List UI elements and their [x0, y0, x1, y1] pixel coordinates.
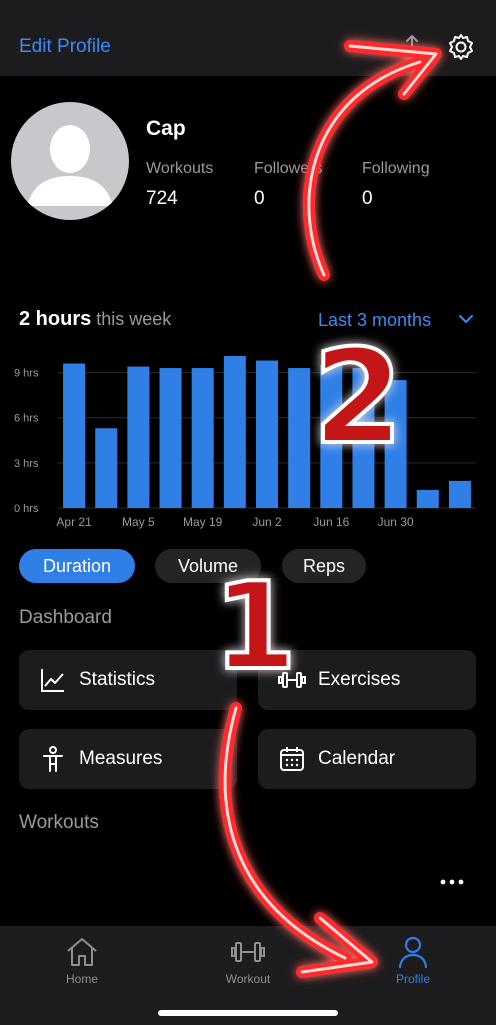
filter-reps[interactable]: Reps — [282, 549, 366, 583]
calendar-icon — [280, 747, 304, 771]
avatar[interactable] — [11, 102, 129, 220]
x-tick-label: Jun 2 — [252, 515, 282, 529]
x-tick-label: May 5 — [122, 515, 155, 529]
weekly-summary: 2 hours this week — [19, 308, 171, 331]
tab-home[interactable]: Home — [32, 934, 132, 986]
y-tick-label: 9 hrs — [14, 368, 39, 380]
chart-line-icon — [41, 669, 64, 692]
stat-following-label: Following — [362, 160, 430, 177]
chart-bar[interactable] — [448, 480, 471, 508]
gear-icon[interactable] — [446, 32, 476, 62]
dumbbell-icon — [278, 672, 306, 688]
stat-followers-value[interactable]: 0 — [254, 188, 265, 210]
dashboard-heading: Dashboard — [19, 607, 112, 628]
statistics-label: Statistics — [79, 669, 156, 690]
profile-icon — [398, 936, 428, 969]
x-tick-label: May 19 — [183, 515, 223, 529]
calendar-label: Calendar — [318, 748, 396, 769]
y-tick-label: 3 hrs — [14, 458, 39, 470]
chart-bar[interactable] — [416, 489, 439, 508]
stat-followers-label: Followers — [254, 160, 323, 177]
stat-workouts-value[interactable]: 724 — [146, 188, 178, 210]
top-bar: Edit Profile — [0, 0, 496, 76]
duration-chart: 0 hrs 3 hrs 6 hrs 9 hrs Apr 21 May 5 May 19 Jun… — [14, 356, 476, 529]
edit-profile-button[interactable]: Edit Profile — [19, 36, 111, 58]
tab-profile[interactable]: Profile — [363, 934, 463, 986]
stat-following-value[interactable]: 0 — [362, 188, 373, 210]
exercises-label: Exercises — [318, 669, 401, 690]
chart-bar[interactable] — [191, 368, 214, 508]
chart-bar[interactable] — [127, 366, 150, 508]
y-tick-label: 0 hrs — [14, 503, 39, 515]
username: Cap — [146, 117, 186, 140]
chart-bar[interactable] — [352, 368, 375, 508]
filter-duration[interactable]: Duration — [19, 549, 135, 583]
measures-label: Measures — [79, 748, 163, 769]
chart-bar[interactable] — [95, 428, 118, 508]
chart-bar[interactable] — [159, 368, 182, 508]
chart-bar[interactable] — [256, 360, 278, 508]
chart-bar[interactable] — [63, 363, 86, 508]
summary-value: 2 hours — [19, 308, 92, 330]
more-icon[interactable] — [438, 872, 466, 892]
filter-volume[interactable]: Volume — [155, 549, 261, 583]
exercises-card[interactable]: Exercises — [258, 650, 476, 710]
share-icon[interactable] — [402, 34, 422, 56]
stat-workouts-label: Workouts — [146, 160, 214, 177]
measures-card[interactable]: Measures — [19, 729, 237, 789]
home-indicator — [158, 1010, 338, 1016]
x-tick-label: Apr 21 — [56, 515, 92, 529]
chart-bar[interactable] — [384, 380, 407, 508]
tab-workout[interactable]: Workout — [198, 934, 298, 986]
x-tick-label: Jun 16 — [313, 515, 349, 529]
tab-workout-label: Workout — [225, 972, 271, 986]
dumbbell-icon — [231, 942, 265, 962]
home-icon — [67, 938, 97, 966]
tab-profile-label: Profile — [395, 972, 430, 986]
chart-bar[interactable] — [320, 365, 343, 508]
chart-bar[interactable] — [288, 368, 311, 508]
workouts-heading: Workouts — [19, 812, 99, 833]
y-tick-label: 6 hrs — [14, 413, 39, 425]
chevron-down-icon[interactable] — [458, 312, 474, 326]
tab-home-label: Home — [65, 972, 98, 986]
summary-suffix: this week — [91, 309, 172, 329]
chart-bar[interactable] — [223, 356, 246, 508]
range-selector[interactable]: Last 3 months — [318, 310, 431, 331]
calendar-card[interactable]: Calendar — [258, 729, 476, 789]
statistics-card[interactable]: Statistics — [19, 650, 237, 710]
x-tick-label: Jun 30 — [378, 515, 414, 529]
person-icon — [43, 746, 63, 772]
